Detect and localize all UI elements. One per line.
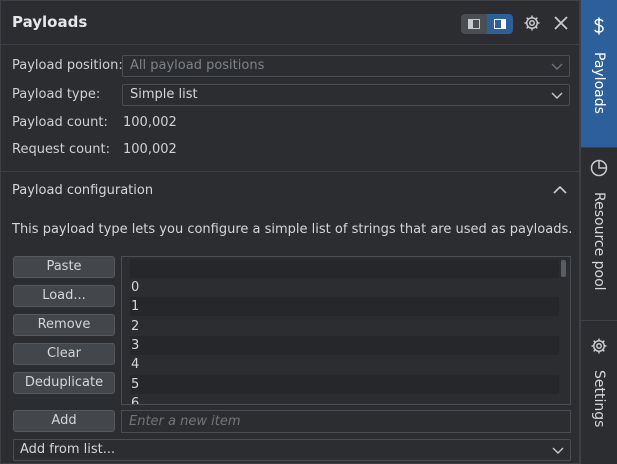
- payload-list[interactable]: 0 1 2 3 4 5 6: [121, 256, 571, 405]
- request-count-value: 100,002: [123, 142, 177, 157]
- list-item[interactable]: 3: [130, 336, 559, 355]
- tab-resource-pool[interactable]: Resource pool: [581, 148, 617, 321]
- request-count-label: Request count:: [12, 142, 110, 157]
- gear-icon[interactable]: [522, 13, 542, 33]
- payload-count-value: 100,002: [123, 115, 177, 130]
- payload-type-value: Simple list: [130, 87, 198, 102]
- load-button[interactable]: Load...: [13, 285, 115, 307]
- payload-type-label: Payload type:: [12, 87, 101, 102]
- paste-button[interactable]: Paste: [13, 256, 115, 278]
- pie-chart-icon: [589, 158, 609, 178]
- tab-resource-pool-label: Resource pool: [591, 192, 607, 291]
- tab-settings[interactable]: Settings: [581, 321, 617, 464]
- layout-toggle[interactable]: [461, 14, 513, 34]
- right-sidebar: Payloads Resource pool Settings: [580, 0, 617, 464]
- layout-horizontal-icon[interactable]: [461, 14, 487, 34]
- chevron-up-icon[interactable]: [553, 185, 567, 195]
- payload-type-description: This payload type lets you configure a s…: [12, 222, 573, 237]
- add-button[interactable]: Add: [13, 410, 115, 432]
- panel-header: Payloads: [1, 1, 579, 45]
- chevron-down-icon: [552, 447, 564, 454]
- list-item[interactable]: 5: [130, 375, 559, 394]
- payload-position-select: All payload positions: [122, 55, 570, 77]
- list-item[interactable]: 1: [130, 297, 559, 316]
- payloads-panel: Payloads Payload position: All payload p…: [0, 0, 580, 464]
- clear-button[interactable]: Clear: [13, 343, 115, 365]
- panel-title: Payloads: [12, 13, 88, 31]
- list-item[interactable]: 0: [131, 278, 559, 297]
- deduplicate-button[interactable]: Deduplicate: [13, 372, 115, 394]
- payload-count-label: Payload count:: [12, 115, 108, 130]
- list-item[interactable]: 4: [131, 355, 559, 374]
- list-item[interactable]: 2: [131, 317, 559, 336]
- chevron-down-icon: [551, 92, 563, 99]
- close-icon[interactable]: [551, 13, 571, 33]
- payload-configuration-title: Payload configuration: [12, 183, 154, 198]
- payload-position-value: All payload positions: [130, 58, 265, 73]
- dollar-icon: [589, 16, 609, 36]
- add-from-list-select[interactable]: Add from list...: [13, 439, 571, 461]
- layout-vertical-icon[interactable]: [487, 14, 513, 34]
- tab-payloads[interactable]: Payloads: [581, 0, 617, 148]
- gear-icon: [589, 336, 609, 356]
- tab-payloads-label: Payloads: [591, 52, 607, 114]
- list-item[interactable]: [130, 259, 559, 278]
- add-from-list-label: Add from list...: [20, 442, 116, 457]
- payload-type-select[interactable]: Simple list: [122, 84, 570, 106]
- divider: [1, 171, 579, 172]
- chevron-down-icon: [551, 63, 563, 70]
- list-scrollbar[interactable]: [561, 260, 566, 277]
- tab-settings-label: Settings: [591, 370, 607, 428]
- payload-position-label: Payload position:: [12, 58, 123, 73]
- new-item-input[interactable]: [121, 410, 571, 433]
- remove-button[interactable]: Remove: [13, 314, 115, 336]
- list-item[interactable]: 6: [131, 394, 559, 404]
